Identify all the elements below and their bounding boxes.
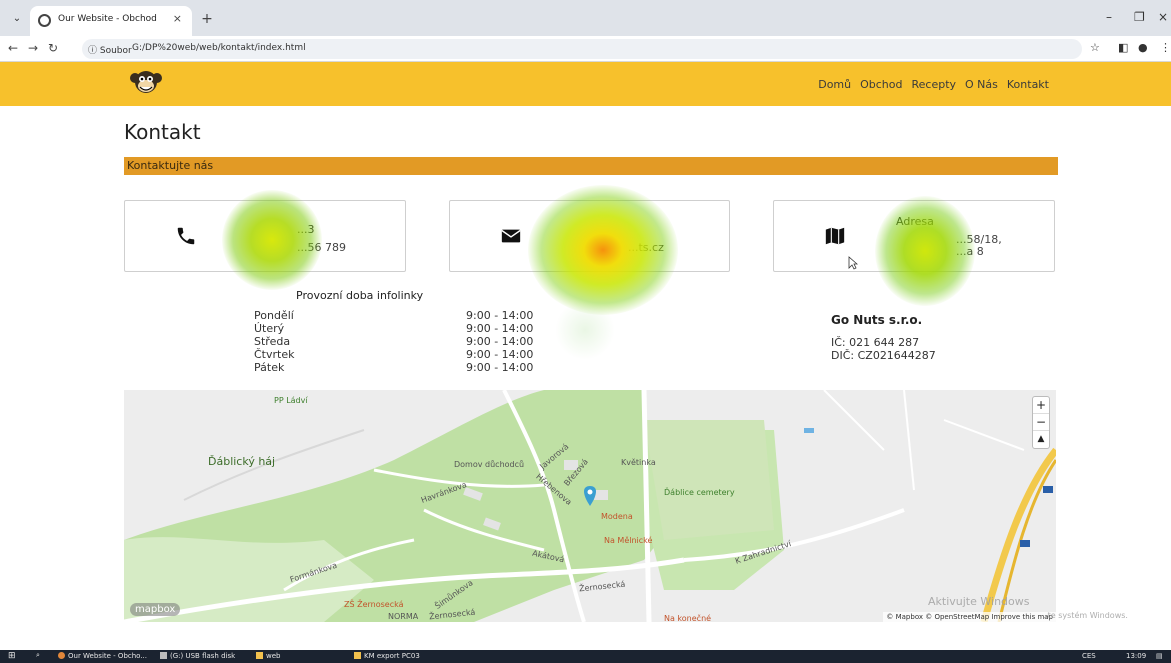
- phone-number[interactable]: ...56 789: [297, 241, 346, 254]
- map-label: Ďáblice cemetery: [664, 488, 735, 497]
- taskbar-label: web: [266, 652, 281, 660]
- phone-card: ...3 ...56 789: [124, 200, 406, 272]
- company-dic: DIČ: CZ021644287: [831, 349, 936, 362]
- windows-start-icon[interactable]: ⊞: [8, 651, 16, 661]
- tab-close-icon[interactable]: ×: [173, 12, 182, 25]
- nav-recepty[interactable]: Recepty: [911, 78, 956, 91]
- monkey-logo-icon[interactable]: [128, 66, 164, 100]
- hours-time: 9:00 - 14:00: [466, 348, 534, 361]
- map-label: Domov důchodců: [454, 460, 525, 469]
- phone-card-title: ...3: [297, 223, 315, 236]
- browser-tab-bar: ⌄ Our Website - Obchod × + – ❐ ×: [0, 0, 1171, 36]
- usb-drive-icon: [160, 652, 167, 659]
- hours-title: Provozní doba infolinky: [296, 289, 424, 302]
- nav-domu[interactable]: Domů: [818, 78, 851, 91]
- address-card-title: Adresa: [896, 215, 934, 228]
- taskbar-label: KM export PC03: [364, 652, 420, 660]
- new-tab-button[interactable]: +: [198, 10, 216, 28]
- reload-icon[interactable]: ↻: [48, 41, 58, 55]
- tray-language[interactable]: CES: [1082, 652, 1096, 660]
- windows-taskbar: ⊞ ⌕ Our Website - Obcho... (G:) USB flas…: [0, 650, 1171, 663]
- folder-icon: [354, 652, 361, 659]
- nav-kontakt[interactable]: Kontakt: [1007, 78, 1049, 91]
- map-icon: [825, 227, 845, 245]
- site-info-label[interactable]: ⓘ Soubor: [88, 43, 132, 56]
- windows-activation-watermark: Aktivujte Windows: [928, 595, 1030, 608]
- map[interactable]: PP Ládví Ďáblický háj Domov důchodců Kvě…: [124, 390, 1056, 622]
- address-bar: ← → ↻ ⓘ Soubor G:/DP%20web/web/kontakt/i…: [0, 36, 1171, 62]
- address-card: Adresa ...58/18, ...a 8: [773, 200, 1055, 272]
- taskbar-item-web[interactable]: web: [256, 652, 280, 660]
- maximize-button[interactable]: ❐: [1134, 10, 1145, 24]
- taskbar-label: Our Website - Obcho...: [68, 652, 148, 660]
- page-title: Kontakt: [124, 120, 201, 144]
- search-icon[interactable]: ⌕: [36, 651, 40, 660]
- hours-day: Pátek: [254, 361, 285, 374]
- bookmark-star-icon[interactable]: ☆: [1090, 41, 1100, 54]
- hours-time: 9:00 - 14:00: [466, 322, 534, 335]
- map-label: NORMA: [388, 612, 419, 621]
- profile-icon[interactable]: ●: [1138, 41, 1148, 54]
- tab-search-dropdown-icon[interactable]: ⌄: [8, 10, 26, 28]
- envelope-icon: [501, 229, 521, 243]
- section-header: Kontaktujte nás: [124, 157, 1058, 175]
- chrome-icon: [58, 652, 65, 659]
- notification-icon[interactable]: ▤: [1156, 652, 1163, 660]
- map-label: Modena: [601, 512, 633, 521]
- side-panel-icon[interactable]: ◧: [1118, 41, 1128, 54]
- map-label: Ďáblický háj: [208, 455, 276, 468]
- forward-arrow-icon[interactable]: →: [28, 41, 38, 55]
- map-zoom-controls: + − ▲: [1032, 396, 1050, 449]
- mouse-cursor-icon: [848, 256, 858, 270]
- url-field[interactable]: ⓘ Soubor G:/DP%20web/web/kontakt/index.h…: [82, 39, 1082, 59]
- map-label: Květinka: [621, 458, 656, 467]
- heatmap-spot-faint: [555, 300, 615, 360]
- tab-title: Our Website - Obchod: [58, 14, 157, 24]
- back-arrow-icon[interactable]: ←: [8, 41, 18, 55]
- map-label: Na Mělnické: [604, 536, 653, 545]
- phone-icon: [177, 227, 195, 245]
- hours-day: Pondělí: [254, 309, 294, 322]
- taskbar-item-km-export[interactable]: KM export PC03: [354, 652, 420, 660]
- url-text: G:/DP%20web/web/kontakt/index.html: [132, 43, 306, 53]
- browser-tab[interactable]: Our Website - Obchod ×: [30, 6, 192, 36]
- zoom-in-button[interactable]: +: [1033, 397, 1049, 414]
- taskbar-item-usb[interactable]: (G:) USB flash disk: [160, 652, 235, 660]
- tray-clock[interactable]: 13:09: [1126, 652, 1146, 660]
- taskbar-item-browser[interactable]: Our Website - Obcho...: [58, 652, 147, 660]
- map-label: Na konečné: [664, 614, 712, 622]
- zoom-out-button[interactable]: −: [1033, 414, 1049, 431]
- windows-activation-subtext: ...te systém Windows.: [1040, 611, 1128, 620]
- section-title: Kontaktujte nás: [127, 159, 214, 172]
- hours-day: Úterý: [254, 322, 285, 335]
- tab-favicon-icon: [38, 14, 51, 27]
- map-attribution[interactable]: © Mapbox © OpenStreetMap Improve this ma…: [883, 612, 1056, 622]
- nav-o-nas[interactable]: O Nás: [965, 78, 998, 91]
- email-address[interactable]: ...ts.cz: [628, 241, 664, 254]
- compass-button[interactable]: ▲: [1033, 431, 1049, 448]
- company-ic: IČ: 021 644 287: [831, 336, 920, 349]
- hours-day: Středa: [254, 335, 291, 348]
- minimize-button[interactable]: –: [1106, 10, 1112, 24]
- menu-dots-icon[interactable]: ⋮: [1160, 41, 1171, 54]
- hours-time: 9:00 - 14:00: [466, 361, 534, 374]
- hours-day: Čtvrtek: [254, 348, 295, 361]
- address-line-2: ...a 8: [956, 245, 984, 258]
- hours-time: 9:00 - 14:00: [466, 309, 534, 322]
- email-card: ...ts.cz: [449, 200, 730, 272]
- nav-obchod[interactable]: Obchod: [860, 78, 902, 91]
- map-label: PP Ládví: [274, 396, 308, 405]
- hours-time: 9:00 - 14:00: [466, 335, 534, 348]
- taskbar-label: (G:) USB flash disk: [170, 652, 236, 660]
- company-name: Go Nuts s.r.o.: [831, 313, 923, 327]
- main-nav: Domů Obchod Recepty O Nás Kontakt: [818, 78, 1049, 91]
- map-label: ZŠ Žernosecká: [344, 600, 404, 609]
- folder-icon: [256, 652, 263, 659]
- mapbox-logo[interactable]: mapbox: [130, 603, 181, 616]
- close-window-button[interactable]: ×: [1158, 10, 1168, 24]
